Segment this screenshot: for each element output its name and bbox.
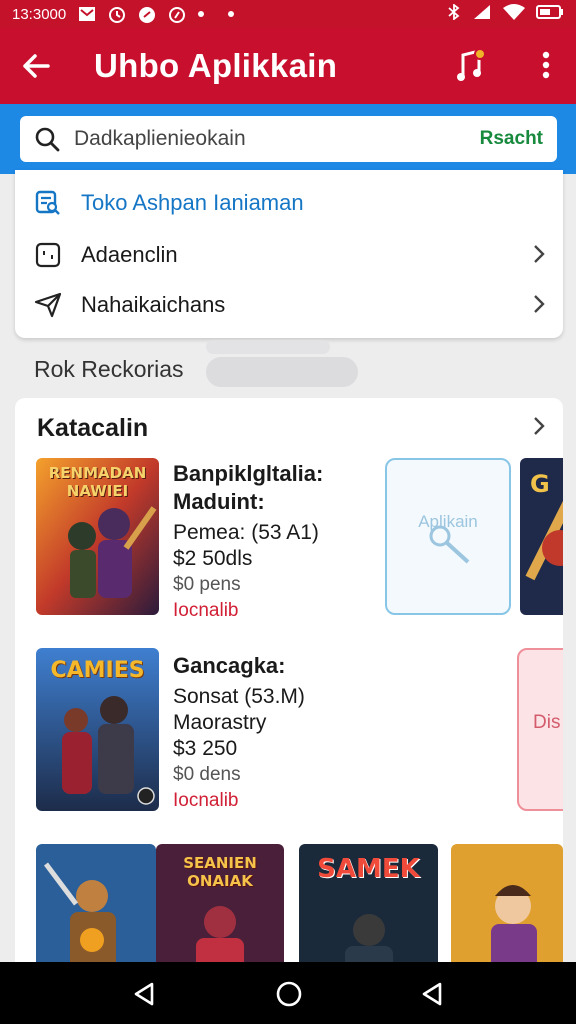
placeholder-pill bbox=[206, 357, 358, 387]
app-developer: Maorastry bbox=[173, 711, 267, 734]
featured-card[interactable]: Aplikain bbox=[385, 458, 511, 615]
thumbnail-title: SEANIEN ONAIAK bbox=[183, 854, 257, 890]
square-frame-icon bbox=[15, 242, 81, 268]
back-button[interactable] bbox=[0, 28, 72, 104]
notification-dot bbox=[474, 48, 486, 60]
suggestion-menu: Toko Ashpan Ianiaman Adaencl­in Nahaikai… bbox=[15, 170, 563, 338]
recents-icon bbox=[422, 982, 442, 1006]
menu-item-store[interactable]: Toko Ashpan Ianiaman bbox=[15, 178, 563, 228]
app-thumbnail[interactable] bbox=[36, 844, 156, 978]
app-bar: Uhbo Aplikkain bbox=[0, 28, 576, 104]
app-thumbnail[interactable]: SEANIEN ONAIAK bbox=[156, 844, 284, 978]
app-thumbnail[interactable]: RENMADAN NAWIEI bbox=[36, 458, 159, 615]
dot-icon-2 bbox=[228, 11, 235, 17]
thumbnail-title: G bbox=[530, 470, 550, 498]
app-name-line2: Maduint: bbox=[173, 489, 265, 514]
more-vert-icon bbox=[542, 51, 550, 79]
menu-item-nahaikaichans[interactable]: Nahaikaichans bbox=[15, 280, 563, 330]
thumbnail-title: CAMIES bbox=[50, 658, 145, 683]
status-time: 13:3000 bbox=[12, 5, 67, 23]
app-status: Iocnalib bbox=[173, 600, 239, 621]
search-band: Dadkaplienieokain Rsacht bbox=[0, 104, 576, 174]
status-bar: 13:3000 bbox=[0, 0, 576, 28]
app-size: Pemea: (53 A1) bbox=[173, 521, 319, 544]
placeholder-pill bbox=[206, 340, 330, 354]
music-button[interactable] bbox=[448, 40, 492, 90]
back-arrow-icon bbox=[23, 54, 50, 78]
featured-card-label: Dis bbox=[533, 712, 561, 733]
section-label: Rok Reckorias bbox=[34, 356, 184, 382]
category-card: Katacalin RENMADAN NAWIEI Banpiklgltalia… bbox=[15, 398, 563, 978]
thumbnail-title: RENMADAN NAWIEI bbox=[48, 464, 147, 500]
search-action-button[interactable]: Rsacht bbox=[480, 128, 543, 150]
app-thumbnail[interactable]: CAMIES bbox=[36, 648, 159, 811]
chevron-right-icon bbox=[533, 244, 545, 269]
app-price: $3 250 bbox=[173, 737, 238, 760]
home-circle-icon bbox=[276, 981, 302, 1007]
dot-icon bbox=[198, 11, 205, 17]
nav-home-button[interactable] bbox=[271, 976, 307, 1012]
app-info[interactable]: Gancagka: Sonsat (53.M) Maorastry $3 250… bbox=[173, 652, 305, 814]
chevron-right-icon[interactable] bbox=[533, 416, 545, 441]
back-triangle-icon bbox=[134, 982, 154, 1006]
search-placeholder: Dadkaplienieokain bbox=[74, 127, 246, 150]
app-status: Iocnalib bbox=[173, 790, 239, 811]
store-search-icon bbox=[15, 189, 81, 217]
wifi-icon bbox=[502, 4, 526, 24]
nav-recents-button[interactable] bbox=[414, 976, 450, 1012]
chevron-right-icon bbox=[533, 294, 545, 319]
app-size: Sonsat (53.M) bbox=[173, 685, 305, 708]
data-icon bbox=[168, 6, 186, 23]
bluetooth-icon bbox=[446, 3, 462, 24]
app-title: Uhbo Aplikkain bbox=[94, 47, 338, 84]
featured-card-partial[interactable]: Dis bbox=[517, 648, 563, 811]
more-options-button[interactable] bbox=[524, 40, 568, 90]
app-thumbnail-partial[interactable]: G bbox=[520, 458, 563, 615]
app-thumbnail[interactable] bbox=[451, 844, 563, 978]
app-name: Gancagka: bbox=[173, 653, 286, 678]
menu-item-label: Toko Ashpan Ianiaman bbox=[81, 190, 304, 215]
search-input[interactable]: Dadkaplienieokain Rsacht bbox=[20, 116, 557, 162]
battery-icon bbox=[536, 4, 564, 24]
app-info[interactable]: Banpiklgltalia: Maduint: Pemea: (53 A1) … bbox=[173, 460, 323, 624]
app-price: $2 50dls bbox=[173, 547, 253, 570]
clock-icon bbox=[108, 6, 126, 23]
app-downloads: $0 pens bbox=[173, 574, 241, 595]
menu-item-adaenclin[interactable]: Adaencl­in bbox=[15, 230, 563, 280]
app-name: Banpiklgltalia: bbox=[173, 461, 324, 486]
signal-icon bbox=[472, 4, 492, 24]
app-downloads: $0 dens bbox=[173, 764, 241, 785]
menu-item-label: Nahaikaichans bbox=[81, 292, 226, 317]
card-title[interactable]: Katacalin bbox=[37, 414, 148, 443]
mail-icon bbox=[78, 6, 96, 22]
nav-back-button[interactable] bbox=[126, 976, 162, 1012]
message-icon bbox=[138, 6, 156, 23]
search-icon bbox=[20, 126, 74, 152]
send-icon bbox=[15, 292, 81, 318]
app-thumbnail[interactable]: SAMEK bbox=[299, 844, 438, 978]
menu-item-label: Adaencl­in bbox=[81, 242, 178, 267]
navigation-bar bbox=[0, 962, 576, 1024]
wrench-icon bbox=[429, 525, 470, 564]
thumbnail-title: SAMEK bbox=[317, 854, 420, 884]
